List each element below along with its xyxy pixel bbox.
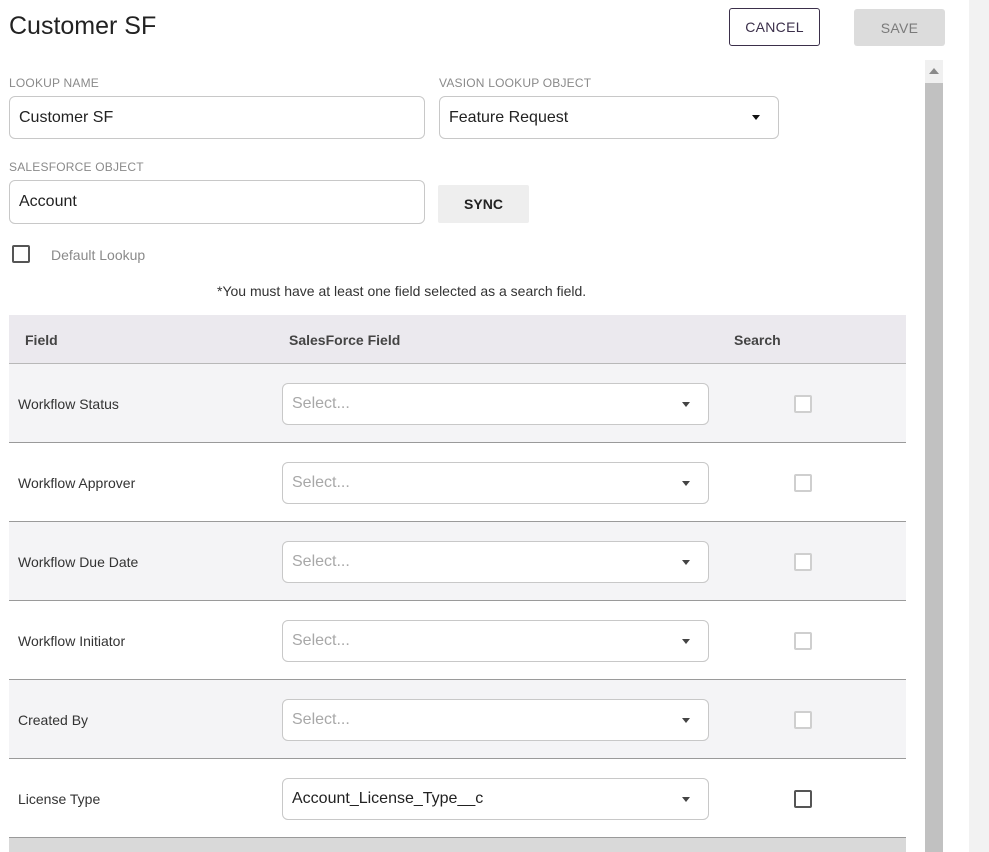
save-button[interactable]: SAVE xyxy=(854,9,945,46)
salesforce-field-select[interactable]: Select... xyxy=(282,699,709,741)
caret-down-icon xyxy=(682,480,690,486)
page-title: Customer SF xyxy=(9,12,157,40)
scrollbar-thumb[interactable] xyxy=(925,83,943,852)
scroll-up-arrow-icon[interactable] xyxy=(925,60,943,82)
default-lookup-checkbox[interactable] xyxy=(12,245,30,263)
salesforce-field-select[interactable]: Select... xyxy=(282,462,709,504)
salesforce-field-value: Account_License_Type__c xyxy=(292,790,484,807)
salesforce-object-label: SALESFORCE OBJECT xyxy=(9,160,144,174)
table-row: License Type Account_License_Type__c xyxy=(9,759,906,838)
table-footer xyxy=(9,838,906,852)
salesforce-field-select[interactable]: Account_License_Type__c xyxy=(282,778,709,820)
vasion-lookup-object-value: Feature Request xyxy=(449,108,569,126)
salesforce-object-input[interactable]: Account xyxy=(9,180,425,224)
row-field-name: License Type xyxy=(18,791,101,807)
caret-down-icon xyxy=(682,717,690,723)
column-header-field: Field xyxy=(25,332,58,348)
table-row: Workflow Approver Select... xyxy=(9,443,906,522)
salesforce-object-value: Account xyxy=(19,193,77,210)
search-checkbox[interactable] xyxy=(794,711,812,729)
table-row: Created By Select... xyxy=(9,680,906,759)
caret-down-icon xyxy=(682,796,690,802)
salesforce-field-value: Select... xyxy=(292,553,350,570)
caret-down-icon xyxy=(682,638,690,644)
default-lookup-label: Default Lookup xyxy=(51,247,146,263)
search-checkbox[interactable] xyxy=(794,553,812,571)
salesforce-field-select[interactable]: Select... xyxy=(282,620,709,662)
lookup-name-label: LOOKUP NAME xyxy=(9,76,100,90)
salesforce-field-value: Select... xyxy=(292,395,350,412)
search-checkbox[interactable] xyxy=(794,632,812,650)
row-field-name: Workflow Status xyxy=(18,396,119,412)
sync-button[interactable]: SYNC xyxy=(438,185,529,223)
search-checkbox[interactable] xyxy=(794,474,812,492)
table-row: Workflow Due Date Select... xyxy=(9,522,906,601)
salesforce-field-value: Select... xyxy=(292,711,350,728)
search-field-note: *You must have at least one field select… xyxy=(217,283,587,299)
column-header-salesforce-field: SalesForce Field xyxy=(289,332,401,348)
salesforce-field-select[interactable]: Select... xyxy=(282,383,709,425)
table-row: Workflow Initiator Select... xyxy=(9,601,906,680)
salesforce-field-select[interactable]: Select... xyxy=(282,541,709,583)
vertical-scrollbar[interactable] xyxy=(925,60,943,852)
search-checkbox[interactable] xyxy=(794,790,812,808)
caret-down-icon xyxy=(752,115,760,120)
table-row: Workflow Status Select... xyxy=(9,364,906,443)
column-header-search: Search xyxy=(734,332,781,348)
cancel-button[interactable]: CANCEL xyxy=(729,8,820,46)
vasion-lookup-object-label: VASION LOOKUP OBJECT xyxy=(439,76,592,90)
search-checkbox[interactable] xyxy=(794,395,812,413)
vasion-lookup-object-select[interactable]: Feature Request xyxy=(439,96,779,139)
right-panel-edge xyxy=(969,0,989,852)
row-field-name: Created By xyxy=(18,712,89,728)
table-header: Field SalesForce Field Search xyxy=(9,315,906,364)
salesforce-field-value: Select... xyxy=(292,632,350,649)
caret-down-icon xyxy=(682,559,690,565)
field-mapping-table: Field SalesForce Field Search Workflow S… xyxy=(9,315,906,852)
row-field-name: Workflow Initiator xyxy=(18,633,126,649)
row-field-name: Workflow Due Date xyxy=(18,554,139,570)
lookup-name-input[interactable]: Customer SF xyxy=(9,96,425,139)
row-field-name: Workflow Approver xyxy=(18,475,136,491)
lookup-name-value: Customer SF xyxy=(19,108,114,126)
salesforce-field-value: Select... xyxy=(292,474,350,491)
caret-down-icon xyxy=(682,401,690,407)
